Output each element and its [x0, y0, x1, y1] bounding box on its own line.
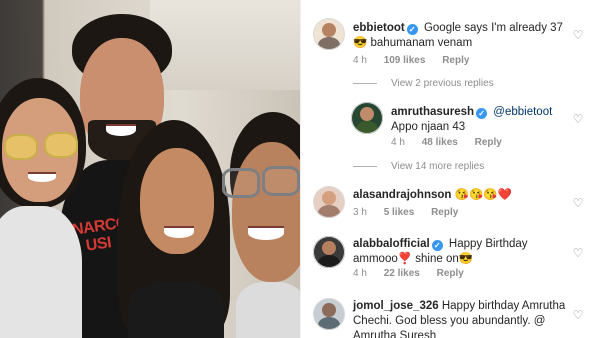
- clear-glasses-right-lens: [262, 166, 300, 196]
- verified-badge-icon: ✓: [406, 24, 418, 35]
- verified-badge-icon: ✓: [476, 108, 488, 119]
- comment-likes[interactable]: 22 likes: [384, 268, 420, 279]
- woman-center-smile: [164, 226, 194, 238]
- comment-username[interactable]: jomol_jose_326: [353, 300, 439, 312]
- heart-outline-icon[interactable]: ♡: [571, 112, 585, 126]
- woman-right-smile: [248, 226, 284, 240]
- avatar-alasandrajohnson[interactable]: [313, 186, 345, 218]
- view-replies-label: View 14 more replies: [391, 161, 485, 172]
- avatar-ring: [313, 18, 345, 50]
- comment-text-block: amruthasuresh ✓ @ebbietoot Appo njaan 43: [391, 105, 569, 135]
- comment-body: 😘😘😘❤️: [454, 189, 512, 201]
- avatar-ring: [313, 236, 345, 268]
- reply-thread-line: [353, 82, 377, 84]
- comment-text-block: alasandrajohnson 😘😘😘❤️: [353, 188, 573, 203]
- avatar-alabbalofficial[interactable]: [313, 236, 345, 268]
- reply-button[interactable]: Reply: [475, 137, 502, 148]
- photo-door: [150, 0, 300, 90]
- view-previous-replies[interactable]: View 2 previous replies: [353, 78, 494, 89]
- avatar-ring: [313, 298, 345, 330]
- view-more-replies[interactable]: View 14 more replies: [353, 161, 484, 172]
- comment-meta: 4 h 48 likes Reply: [391, 136, 516, 149]
- reply-button[interactable]: Reply: [431, 207, 458, 218]
- comment-mention[interactable]: @ebbietoot: [493, 106, 552, 118]
- avatar-ring: [313, 186, 345, 218]
- woman-left-smile: [28, 172, 56, 182]
- avatar-ring: [351, 102, 383, 134]
- heart-outline-icon[interactable]: ♡: [571, 28, 585, 42]
- avatar-ebbietoot[interactable]: [313, 18, 345, 50]
- reply-thread-line: [353, 165, 377, 167]
- woman-right-shirt: [236, 282, 300, 338]
- view-replies-label: View 2 previous replies: [391, 78, 494, 89]
- comment-time: 3 h: [353, 207, 367, 218]
- reply-button[interactable]: Reply: [437, 268, 464, 279]
- comment-time: 4 h: [353, 268, 367, 279]
- shirt-print-line2: USI: [84, 234, 113, 255]
- comment-body: Appo njaan 43: [391, 121, 466, 133]
- comment-likes[interactable]: 48 likes: [422, 137, 458, 148]
- post-photo: NARCO USI: [0, 0, 300, 338]
- comment-text-block: jomol_jose_326 Happy birthday Amrutha Ch…: [353, 299, 567, 338]
- comments-panel: ebbietoot ✓ Google says I'm already 37😎 b…: [300, 0, 600, 338]
- woman-center-face: [140, 148, 214, 254]
- comment-likes[interactable]: 109 likes: [384, 55, 426, 66]
- comment-username[interactable]: amruthasuresh: [391, 106, 474, 118]
- woman-center-shirt: [128, 282, 224, 338]
- comment-text-block: ebbietoot ✓ Google says I'm already 37😎 b…: [353, 21, 573, 51]
- heart-outline-icon[interactable]: ♡: [571, 196, 585, 210]
- woman-right-face: [232, 142, 300, 282]
- comment-username[interactable]: alasandrajohnson: [353, 189, 451, 201]
- avatar-jomol-jose-326[interactable]: [313, 298, 345, 330]
- avatar-amruthasuresh[interactable]: [351, 102, 383, 134]
- comment-username[interactable]: ebbietoot: [353, 22, 405, 34]
- reply-button[interactable]: Reply: [442, 55, 469, 66]
- heart-outline-icon[interactable]: ♡: [571, 246, 585, 260]
- verified-badge-icon: ✓: [431, 240, 443, 251]
- comment-time: 4 h: [353, 55, 367, 66]
- comment-username[interactable]: alabbalofficial: [353, 238, 430, 250]
- comment-time: 4 h: [391, 137, 405, 148]
- comment-likes[interactable]: 5 likes: [384, 207, 415, 218]
- comment-meta: 3 h 5 likes Reply: [353, 206, 472, 219]
- woman-left-shirt: [0, 206, 82, 338]
- heart-outline-icon[interactable]: ♡: [571, 308, 585, 322]
- yellow-glasses-right-lens: [44, 132, 78, 158]
- comment-meta: 4 h 109 likes Reply: [353, 54, 483, 67]
- man-smile: [106, 124, 136, 136]
- comment-meta: 4 h 22 likes Reply: [353, 267, 478, 280]
- clear-glasses-left-lens: [222, 168, 260, 198]
- comment-text-block: alabbalofficial ✓ Happy Birthday ammooo❣️…: [353, 237, 563, 267]
- yellow-glasses-left-lens: [4, 134, 38, 160]
